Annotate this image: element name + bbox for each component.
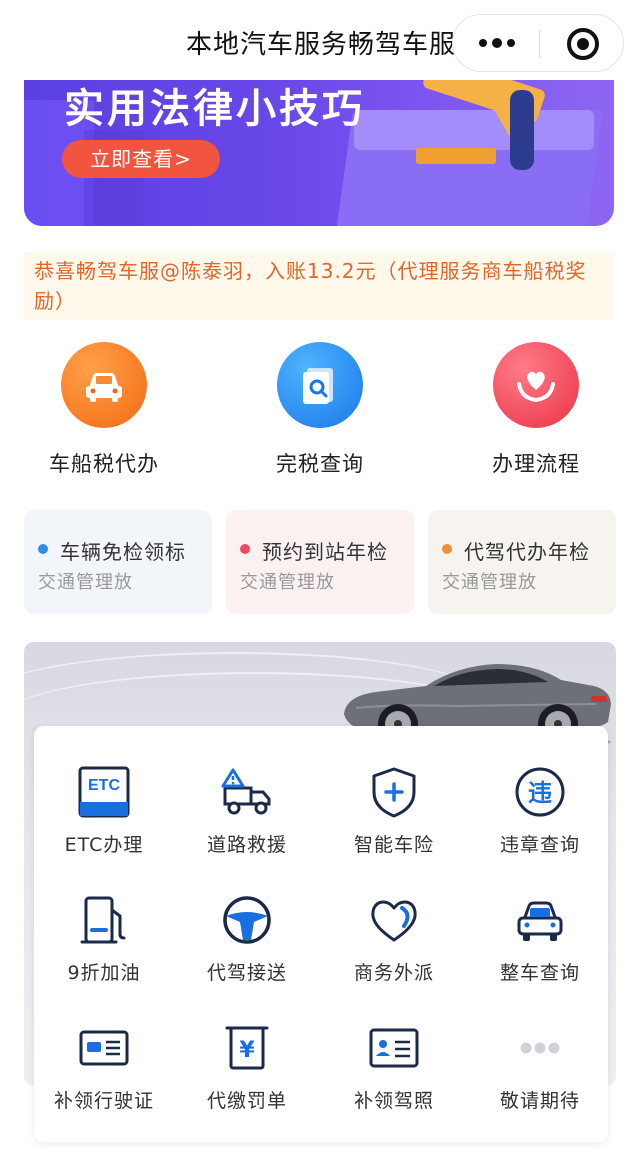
grid-item-label: 整车查询 xyxy=(499,962,580,984)
grid-item-vehicle-license[interactable]: 补领行驶证 xyxy=(34,1022,174,1132)
person-illustration xyxy=(510,90,534,170)
service-label: 车船税代办 xyxy=(49,452,159,476)
capsule-divider xyxy=(539,30,540,58)
violation-icon-text: 违 xyxy=(528,779,552,807)
quick-card-title: 代驾代办年检 xyxy=(464,540,590,564)
more-options-icon[interactable] xyxy=(475,28,519,58)
quick-card-subtitle: 交通管理放 xyxy=(442,572,537,593)
quick-card-station-inspection[interactable]: 预约到站年检 交通管理放 xyxy=(226,510,414,614)
grid-item-driver-license[interactable]: 补领驾照 xyxy=(324,1022,464,1132)
grid-item-etc[interactable]: ETC ETC办理 xyxy=(34,766,174,876)
status-dot xyxy=(38,544,48,554)
heart-hands-icon xyxy=(493,342,579,428)
status-dot xyxy=(442,544,452,554)
service-label: 办理流程 xyxy=(492,452,580,476)
car-icon xyxy=(517,901,563,941)
etc-icon-text: ETC xyxy=(88,777,120,794)
quick-card-subtitle: 交通管理放 xyxy=(240,572,335,593)
quick-card-title: 车辆免检领标 xyxy=(60,540,186,564)
notice-bar: 恭喜畅驾车服@陈泰羽，入账13.2元（代理服务商车船税奖励） xyxy=(24,252,614,320)
grid-item-fuel-discount[interactable]: 9折加油 xyxy=(34,894,174,1004)
grid-item-label: 补领驾照 xyxy=(353,1090,434,1112)
grid-item-label: 智能车险 xyxy=(353,834,434,856)
grid-item-violation-query[interactable]: 违 违章查询 xyxy=(470,766,610,876)
podium-illustration xyxy=(354,110,594,150)
steering-wheel-icon xyxy=(223,896,271,944)
grid-item-pay-fines[interactable]: ¥ 代缴罚单 xyxy=(177,1022,317,1132)
quick-card-subtitle: 交通管理放 xyxy=(38,572,133,593)
promo-banner[interactable]: 实用法律小技巧 立即查看> xyxy=(24,70,614,226)
ticket-yuan-icon: ¥ xyxy=(225,1026,269,1070)
more-dots-icon xyxy=(520,1042,560,1054)
mini-program-capsule xyxy=(452,14,624,72)
ticket-yuan-icon-text: ¥ xyxy=(239,1038,255,1063)
quick-card-proxy-inspection[interactable]: 代驾代办年检 交通管理放 xyxy=(428,510,616,614)
violation-icon: 违 xyxy=(515,767,565,817)
grid-item-coming-soon: 敬请期待 xyxy=(470,1022,610,1132)
grid-item-label: 商务外派 xyxy=(353,962,434,984)
grid-item-business-dispatch[interactable]: 商务外派 xyxy=(324,894,464,1004)
grid-item-label: 代驾接送 xyxy=(206,962,287,984)
page-title: 本地汽车服务畅驾车服 xyxy=(186,30,457,60)
notice-text: 恭喜畅驾车服@陈泰羽，入账13.2元（代理服务商车船税奖励） xyxy=(34,259,587,313)
service-grid: ETC ETC办理 道路救援 智能车险 违 违章查询 9折加油 代驾接送 商务外… xyxy=(34,726,608,1142)
quick-card-exempt-label[interactable]: 车辆免检领标 交通管理放 xyxy=(24,510,212,614)
heart-icon xyxy=(371,900,417,942)
grid-item-smart-insurance[interactable]: 智能车险 xyxy=(324,766,464,876)
banner-title: 实用法律小技巧 xyxy=(64,86,365,132)
status-dot xyxy=(240,544,250,554)
grid-item-label: ETC办理 xyxy=(64,834,144,856)
service-vehicle-tax[interactable]: 车船税代办 xyxy=(24,340,184,480)
vehicle-license-icon xyxy=(79,1030,129,1066)
fuel-pump-icon xyxy=(80,896,126,944)
document-search-icon xyxy=(277,342,363,428)
title-bar: 本地汽车服务畅驾车服 xyxy=(0,0,640,80)
quick-card-title: 预约到站年检 xyxy=(262,540,388,564)
driver-license-icon xyxy=(369,1028,419,1068)
grid-item-chauffeur[interactable]: 代驾接送 xyxy=(177,894,317,1004)
grid-item-label: 9折加油 xyxy=(67,962,141,984)
grid-item-label: 补领行驶证 xyxy=(53,1090,154,1112)
service-process[interactable]: 办理流程 xyxy=(456,340,616,480)
view-now-button[interactable]: 立即查看> xyxy=(62,140,220,178)
shield-plus-icon xyxy=(372,767,416,818)
grid-item-label: 敬请期待 xyxy=(499,1090,580,1112)
etc-icon: ETC xyxy=(78,766,130,818)
grid-item-label: 道路救援 xyxy=(206,834,287,856)
grid-item-vehicle-query[interactable]: 整车查询 xyxy=(470,894,610,1004)
service-tax-query[interactable]: 完税查询 xyxy=(240,340,400,480)
grid-item-label: 违章查询 xyxy=(499,834,580,856)
grid-item-road-rescue[interactable]: 道路救援 xyxy=(177,766,317,876)
gavel-base xyxy=(416,148,496,164)
grid-item-label: 代缴罚单 xyxy=(206,1090,287,1112)
close-mini-program-icon[interactable] xyxy=(567,28,599,60)
service-label: 完税查询 xyxy=(276,452,364,476)
tow-truck-icon xyxy=(221,768,271,815)
car-icon xyxy=(61,342,147,428)
